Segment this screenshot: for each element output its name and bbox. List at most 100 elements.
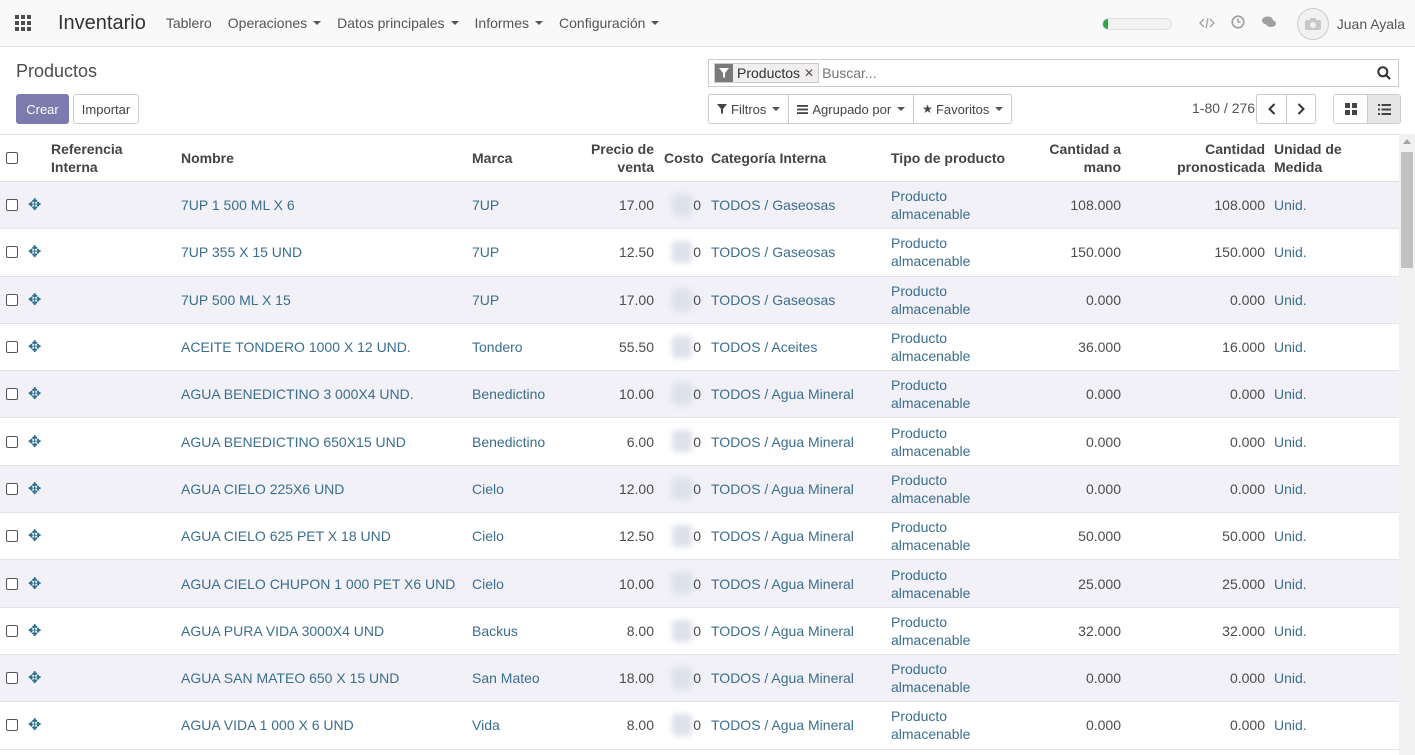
menu-item-configuración[interactable]: Configuración [559,15,660,31]
row-checkbox[interactable] [6,466,20,512]
drag-handle-icon[interactable]: ✥ [28,324,42,370]
table-row[interactable]: ✥ AGUA CIELO 625 PET X 18 UND Cielo 12.5… [0,513,1399,561]
menu-item-operaciones[interactable]: Operaciones [228,15,322,31]
chevron-right-icon[interactable] [1286,95,1315,123]
table-row[interactable]: ✥ ACEITE TONDERO 1000 X 12 UND. Tondero … [0,323,1399,372]
table-row[interactable]: ✥ AGUA CIELO CHUPON 1 000 PET X6 UND Cie… [0,560,1399,608]
user-name[interactable]: Juan Ayala [1337,16,1405,32]
view-switcher [1333,94,1401,124]
drag-handle-icon[interactable]: ✥ [28,702,42,748]
header-name[interactable]: Nombre [181,135,461,181]
import-button[interactable]: Importar [73,94,139,124]
cell-type: Producto almacenable [891,519,971,554]
cell-name: 7UP 355 X 15 UND [181,244,303,261]
table-row[interactable]: ✥ 7UP 500 ML X 15 7UP 17.00 0 TODOS / Ga… [0,276,1399,324]
cell-qty-hand: 0.000 [1085,717,1121,734]
row-checkbox[interactable] [6,277,20,323]
header-brand[interactable]: Marca [472,135,572,181]
cell-price: 10.00 [618,575,654,592]
cell-category: TODOS / Agua Mineral [711,386,854,403]
app-brand[interactable]: Inventario [58,12,146,35]
cell-brand: Cielo [472,528,504,545]
header-cost[interactable]: Costo [664,135,704,181]
drag-handle-icon[interactable]: ✥ [28,608,42,654]
table-row[interactable]: ✥ 7UP 1 500 ML X 6 7UP 17.00 0 TODOS / G… [0,182,1399,230]
row-checkbox[interactable] [6,513,20,559]
search-icon[interactable] [1370,66,1398,80]
table-row[interactable]: ✥ AGUA PURA VIDA 3000X4 UND Backus 8.00 … [0,607,1399,655]
header-qty-forecast[interactable]: Cantidad pronosticada [1150,135,1265,181]
clock-icon[interactable] [1223,15,1254,32]
table-row[interactable]: ✥ AGUA CIELO 225X6 UND Cielo 12.00 0 TOD… [0,465,1399,514]
cell-qty-forecast: 108.000 [1214,197,1265,214]
row-checkbox[interactable] [6,560,20,606]
search-bar: Productos ✕ [708,59,1399,87]
drag-handle-icon[interactable]: ✥ [28,513,42,559]
header-qty-hand[interactable]: Cantidad a mano [1040,135,1121,181]
header-uom[interactable]: Unidad de Medida [1274,135,1384,181]
select-all-checkbox[interactable] [6,135,20,181]
cell-type: Producto almacenable [891,661,971,696]
cell-type: Producto almacenable [891,613,971,648]
table-row[interactable]: ✥ AGUA SAN MATEO 650 X 15 UND San Mateo … [0,654,1399,703]
cell-uom: Unid. [1274,622,1307,639]
pager-buttons [1256,94,1316,124]
chevron-left-icon[interactable] [1257,95,1286,123]
create-button[interactable]: Crear [16,94,69,124]
filters-button[interactable]: Filtros [709,95,790,123]
group-by-button[interactable]: Agrupado por [789,95,915,123]
cell-cost: 0 [693,622,701,639]
row-checkbox[interactable] [6,702,20,748]
header-ref[interactable]: Referencia Interna [51,135,161,181]
drag-handle-icon[interactable]: ✥ [28,560,42,606]
cell-uom: Unid. [1274,717,1307,734]
row-checkbox[interactable] [6,418,20,464]
pager-value[interactable]: 1-80 / 276 [1192,100,1255,116]
row-checkbox[interactable] [6,182,20,228]
cell-category: TODOS / Gaseosas [711,244,836,261]
header-type[interactable]: Tipo de producto [891,135,1031,181]
close-icon[interactable]: ✕ [804,64,818,82]
row-checkbox[interactable] [6,655,20,701]
table-body: ✥ 7UP 1 500 ML X 6 7UP 17.00 0 TODOS / G… [0,182,1399,750]
code-icon[interactable] [1192,16,1223,32]
drag-handle-icon[interactable]: ✥ [28,371,42,417]
favorites-button[interactable]: ★ Favoritos [914,95,1011,123]
drag-handle-icon[interactable]: ✥ [28,466,42,512]
menu-item-tablero[interactable]: Tablero [166,15,212,31]
cell-cost: 0 [693,339,701,356]
list-icon[interactable] [1367,95,1400,123]
table-row[interactable]: ✥ 7UP 355 X 15 UND 7UP 12.50 0 TODOS / G… [0,229,1399,277]
drag-handle-icon[interactable]: ✥ [28,277,42,323]
filter-icon [717,104,727,114]
cell-brand: Backus [472,622,518,639]
products-table: Referencia Interna Nombre Marca Precio d… [0,134,1399,750]
cell-name: AGUA BENEDICTINO 3 000X4 UND. [181,386,414,403]
apps-icon[interactable] [0,0,46,47]
header-category[interactable]: Categoría Interna [711,135,881,181]
chat-icon[interactable] [1254,15,1285,32]
avatar-camera-icon[interactable] [1296,7,1329,40]
search-input[interactable] [822,61,1370,85]
vertical-scrollbar[interactable] [1399,134,1415,755]
cell-brand: Tondero [472,339,523,356]
navbar-right: Juan Ayala [1101,0,1415,47]
row-checkbox[interactable] [6,608,20,654]
cell-qty-hand: 0.000 [1085,386,1121,403]
table-row[interactable]: ✥ AGUA BENEDICTINO 650X15 UND Benedictin… [0,418,1399,466]
menu-item-datos-principales[interactable]: Datos principales [337,15,459,31]
drag-handle-icon[interactable]: ✥ [28,229,42,275]
table-row[interactable]: ✥ AGUA BENEDICTINO 3 000X4 UND. Benedict… [0,371,1399,419]
drag-handle-icon[interactable]: ✥ [28,655,42,701]
menu-item-informes[interactable]: Informes [475,15,544,31]
row-checkbox[interactable] [6,371,20,417]
drag-handle-icon[interactable]: ✥ [28,182,42,228]
row-checkbox[interactable] [6,324,20,370]
drag-handle-icon[interactable]: ✥ [28,418,42,464]
table-row[interactable]: ✥ AGUA VIDA 1 000 X 6 UND Vida 8.00 0 TO… [0,702,1399,750]
cell-uom: Unid. [1274,670,1307,687]
cell-qty-forecast: 150.000 [1214,244,1265,261]
header-price[interactable]: Precio de venta [576,135,654,181]
kanban-icon[interactable] [1334,95,1367,123]
row-checkbox[interactable] [6,229,20,275]
